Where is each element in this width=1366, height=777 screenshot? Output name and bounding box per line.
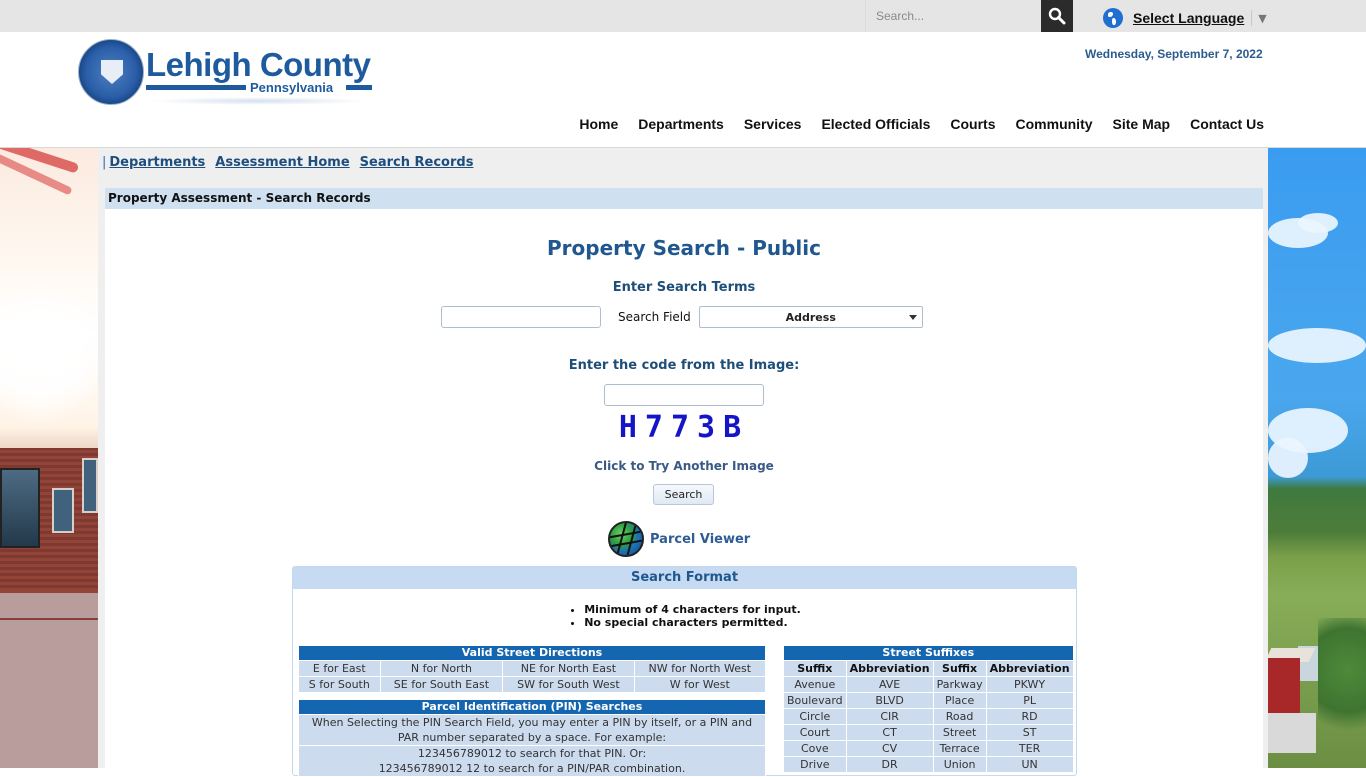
abbreviation-cell: TER [986,741,1073,756]
background-image-right [1268,148,1366,768]
captcha-input[interactable] [604,384,764,406]
street-suffixes-table: Street Suffixes Suffix Abbreviation Suff… [783,645,1074,773]
nav-community[interactable]: Community [1016,116,1093,132]
table-row: Cove CV Terrace TER [784,741,1073,756]
site-search-button[interactable] [1041,0,1073,32]
breadcrumb-assessment-home[interactable]: Assessment Home [215,155,349,170]
table-row: Circle CIR Road RD [784,709,1073,724]
suffix-cell: Street [933,725,986,740]
divider [1251,10,1253,26]
search-field-select[interactable]: Address [698,306,923,328]
table-row: Avenue AVE Parkway PKWY [784,677,1073,692]
search-terms-input[interactable] [441,306,601,328]
dropdown-arrow-icon[interactable]: ▼ [1258,12,1266,25]
suffix-cell: Road [933,709,986,724]
parcel-viewer-label[interactable]: Parcel Viewer [650,532,750,547]
table-row: S for South SE for South East SW for Sou… [299,677,765,692]
table-header-row: Suffix Abbreviation Suffix Abbreviation [784,661,1073,676]
magnifier-icon [1048,7,1066,25]
table-row: 123456789012 to search for that PIN. Or:… [299,746,765,776]
language-selector[interactable]: Select Language ▼ [1103,8,1267,28]
abbreviation-cell: DR [846,757,933,772]
current-date: Wednesday, September 7, 2022 [1085,47,1263,61]
pin-searches-table: Parcel Identification (PIN) Searches Whe… [298,699,766,777]
suffix-cell: Boulevard [784,693,846,708]
abbreviation-cell: PL [986,693,1073,708]
suffix-cell: Parkway [933,677,986,692]
captcha-image[interactable]: H773B [105,410,1263,445]
logo-title: Lehigh County [146,46,371,83]
abbreviation-cell: RD [986,709,1073,724]
abbreviation-cell: CIR [846,709,933,724]
nav-contact-us[interactable]: Contact Us [1190,116,1264,132]
panel-title: Property Assessment - Search Records [105,188,1263,209]
directions-title: Valid Street Directions [299,646,765,660]
suffix-cell: Avenue [784,677,846,692]
breadcrumb-search-records[interactable]: Search Records [360,155,474,170]
county-seal-icon [78,39,144,105]
globe-icon [1103,8,1123,28]
nav-services[interactable]: Services [744,116,802,132]
search-field-label: Search Field [618,310,691,324]
content-area: | Departments Assessment Home Search Rec… [98,148,1268,777]
site-search [865,0,1041,32]
captcha-label: Enter the code from the Image: [568,358,800,373]
site-search-input[interactable] [866,0,1041,32]
table-row: When Selecting the PIN Search Field, you… [299,715,765,745]
abbreviation-cell: BLVD [846,693,933,708]
nav-courts[interactable]: Courts [950,116,995,132]
suffix-cell: Cove [784,741,846,756]
table-row: E for East N for North NE for North East… [299,661,765,676]
table-row: Court CT Street ST [784,725,1073,740]
logo-subtitle: Pennsylvania [250,80,334,95]
search-panel: Property Assessment - Search Records Pro… [105,188,1263,777]
abbreviation-cell: UN [986,757,1073,772]
suffix-cell: Court [784,725,846,740]
background-image-left [0,148,98,768]
suffix-cell: Place [933,693,986,708]
try-another-image-link[interactable]: Click to Try Another Image [105,459,1263,473]
page-title: Property Search - Public [547,236,821,260]
abbreviation-cell: CT [846,725,933,740]
suffix-cell: Union [933,757,986,772]
county-logo[interactable]: Lehigh County Pennsylvania [78,39,378,109]
parcel-viewer-link[interactable]: Parcel Viewer [608,521,750,557]
globe-grid-icon [608,521,644,557]
chevron-down-icon [908,315,917,320]
format-rule: No special characters permitted. [584,616,801,629]
nav-departments[interactable]: Departments [638,116,724,132]
nav-home[interactable]: Home [579,116,618,132]
suffix-cell: Drive [784,757,846,772]
abbreviation-cell: PKWY [986,677,1073,692]
abbreviation-cell: CV [846,741,933,756]
search-terms-label: Enter Search Terms [612,280,756,295]
nav-site-map[interactable]: Site Map [1113,116,1171,132]
search-button[interactable]: Search [653,484,714,505]
pin-title: Parcel Identification (PIN) Searches [299,700,765,714]
street-directions-table: Valid Street Directions E for East N for… [298,645,766,693]
suffix-cell: Terrace [933,741,986,756]
select-language-link[interactable]: Select Language [1133,10,1244,26]
search-format-title: Search Format [293,567,1076,589]
format-rule: Minimum of 4 characters for input. [584,603,801,616]
search-field-row: Search Field Address [441,306,923,328]
nav-elected-officials[interactable]: Elected Officials [821,116,930,132]
breadcrumb: | Departments Assessment Home Search Rec… [102,155,474,170]
abbreviation-cell: ST [986,725,1073,740]
suffixes-title: Street Suffixes [784,646,1073,660]
abbreviation-cell: AVE [846,677,933,692]
top-utility-bar: Select Language ▼ [0,0,1366,32]
main-navigation: Home Departments Services Elected Offici… [559,116,1264,132]
site-header: Lehigh County Pennsylvania Wednesday, Se… [0,32,1366,148]
search-format-box: Search Format Minimum of 4 characters fo… [292,566,1077,777]
table-row: Drive DR Union UN [784,757,1073,772]
suffix-cell: Circle [784,709,846,724]
format-rules: Minimum of 4 characters for input. No sp… [568,603,801,629]
table-row: Boulevard BLVD Place PL [784,693,1073,708]
breadcrumb-departments[interactable]: Departments [109,155,205,170]
